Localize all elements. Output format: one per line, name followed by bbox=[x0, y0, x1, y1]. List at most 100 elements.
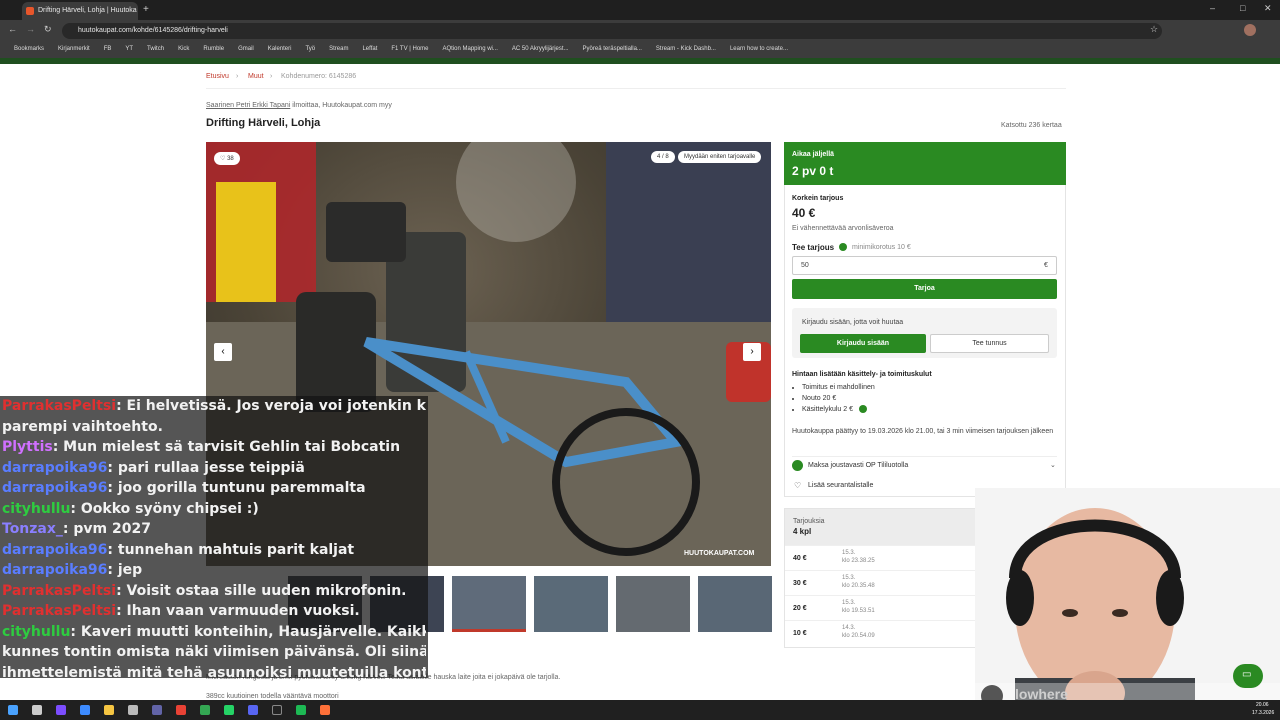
start-icon[interactable] bbox=[8, 705, 18, 715]
photo-counter: 4 / 8 bbox=[651, 151, 675, 163]
app-icon[interactable] bbox=[80, 705, 90, 715]
bookmark-item[interactable]: Kirjanmerkit bbox=[58, 46, 90, 52]
app-icon[interactable] bbox=[56, 705, 66, 715]
forward-icon[interactable]: → bbox=[26, 24, 35, 34]
chat-username[interactable]: Tonzax_ bbox=[2, 521, 63, 537]
description-line: 389cc kuutioinen todella vääntävä mootto… bbox=[206, 693, 339, 700]
bookmark-item[interactable]: AQtion Mapping wi... bbox=[443, 46, 498, 52]
bid-input-value: 50 bbox=[801, 262, 809, 269]
bookmark-item[interactable]: F1 TV | Home bbox=[391, 46, 428, 52]
app-icon[interactable] bbox=[128, 705, 138, 715]
fee-item: Toimitus ei mahdollinen bbox=[802, 382, 875, 393]
login-button[interactable]: Kirjaudu sisään bbox=[800, 334, 926, 353]
next-photo-icon[interactable]: › bbox=[743, 343, 761, 361]
bookmark-item[interactable]: Bookmarks bbox=[14, 46, 44, 52]
address-bar: ← → ↻ huutokaupat.com/kohde/6145286/drif… bbox=[0, 20, 1280, 42]
bookmark-item[interactable]: Rumble bbox=[203, 46, 224, 52]
chat-text: : Mun mielest sä tarvisit Gehlin tai Bob… bbox=[52, 439, 401, 455]
app-icon[interactable] bbox=[152, 705, 162, 715]
chat-username[interactable]: Plyttis bbox=[2, 439, 53, 455]
bid-button[interactable]: Tarjoa bbox=[792, 279, 1057, 299]
bid-date: 15.3. bbox=[842, 575, 856, 581]
chat-username[interactable]: darrapoika96 bbox=[2, 542, 107, 558]
chrome-icon[interactable] bbox=[200, 705, 210, 715]
chat-message: ParrakasPeltsi: Ei helvetissä. Jos veroj… bbox=[2, 396, 426, 417]
photo-badge: Myydään eniten tarjoavalle bbox=[678, 151, 762, 163]
chat-message: cityhullu: Kaveri muutti konteihin, Haus… bbox=[2, 622, 426, 643]
info-icon[interactable] bbox=[839, 243, 847, 251]
bookmark-item[interactable]: Learn how to create... bbox=[730, 46, 788, 52]
app-icon[interactable] bbox=[248, 705, 258, 715]
watermark: HUUTOKAUPAT.COM bbox=[684, 550, 755, 557]
chat-username[interactable]: ParrakasPeltsi bbox=[2, 603, 116, 619]
bookmark-item[interactable]: Stream bbox=[329, 46, 348, 52]
bookmark-item[interactable]: AC 50 Akryylijärjest... bbox=[512, 46, 569, 52]
chat-username[interactable]: ParrakasPeltsi bbox=[2, 398, 116, 414]
chat-message: Plyttis: Mun mielest sä tarvisit Gehlin … bbox=[2, 437, 426, 458]
like-button[interactable]: ♡ 38 bbox=[214, 152, 240, 165]
seller-link[interactable]: Saarinen Petri Erkki Tapani bbox=[206, 102, 290, 109]
url-input[interactable]: huutokaupat.com/kohde/6145286/drifting-h… bbox=[62, 23, 1162, 39]
thumbnail[interactable] bbox=[698, 576, 772, 632]
app-icon[interactable] bbox=[272, 705, 282, 715]
watchlist-link[interactable]: Lisää seurantalistalle bbox=[808, 482, 873, 489]
breadcrumb-category[interactable]: Muut bbox=[248, 73, 264, 80]
bookmark-item[interactable]: Kalenteri bbox=[268, 46, 292, 52]
bookmark-item[interactable]: Twitch bbox=[147, 46, 164, 52]
profile-avatar[interactable] bbox=[1244, 24, 1256, 36]
maximize-icon[interactable]: □ bbox=[1240, 3, 1245, 13]
bookmark-item[interactable]: FB bbox=[104, 46, 112, 52]
thumbnail[interactable] bbox=[534, 576, 608, 632]
thumbnail[interactable] bbox=[616, 576, 690, 632]
whatsapp-icon[interactable] bbox=[224, 705, 234, 715]
spotify-icon[interactable] bbox=[296, 705, 306, 715]
close-icon[interactable]: ✕ bbox=[1264, 3, 1272, 14]
register-button[interactable]: Tee tunnus bbox=[930, 334, 1049, 353]
chat-text: parempi vaihtoehto. bbox=[2, 418, 163, 435]
back-icon[interactable]: ← bbox=[8, 24, 17, 34]
chat-username[interactable]: cityhullu bbox=[2, 624, 70, 640]
chrome-icon[interactable] bbox=[176, 705, 186, 715]
browser-tab-bar: Drifting Härveli, Lohja | Huutoka + – □ … bbox=[0, 0, 1280, 20]
bookmarks-bar: Bookmarks Kirjanmerkit FB YT Twitch Kick Rumbl… bbox=[0, 42, 1280, 58]
chat-username[interactable]: cityhullu bbox=[2, 501, 70, 517]
bid-input[interactable]: 50 € bbox=[792, 256, 1057, 275]
bookmark-item[interactable]: Työ bbox=[305, 46, 315, 52]
chat-username[interactable]: darrapoika96 bbox=[2, 480, 107, 496]
bookmark-item[interactable]: YT bbox=[125, 46, 133, 52]
chat-username[interactable]: darrapoika96 bbox=[2, 562, 107, 578]
chat-username[interactable]: ParrakasPeltsi bbox=[2, 583, 116, 599]
breadcrumb-home[interactable]: Etusivu bbox=[206, 73, 229, 80]
clock-date: 17.3.2026 bbox=[1252, 710, 1275, 716]
op-payment-link[interactable]: Maksa joustavasti OP Tililuotolla bbox=[808, 462, 908, 469]
new-tab-icon[interactable]: + bbox=[143, 4, 149, 15]
chevron-down-icon[interactable]: ⌄ bbox=[1050, 461, 1056, 469]
bookmark-item[interactable]: Stream - Kick Dashb... bbox=[656, 46, 716, 52]
chat-message: kunnes tontin omista näki viimisen päivä… bbox=[2, 642, 426, 663]
reload-icon[interactable]: ↻ bbox=[44, 24, 52, 35]
prev-photo-icon[interactable]: ‹ bbox=[214, 343, 232, 361]
heart-icon: ♡ bbox=[794, 481, 802, 490]
thumbnail-selected[interactable] bbox=[452, 576, 526, 632]
highest-bid-label: Korkein tarjous bbox=[792, 195, 844, 202]
chat-support-button[interactable]: ▭ bbox=[1233, 664, 1263, 688]
browser-tab[interactable]: Drifting Härveli, Lohja | Huutoka bbox=[22, 2, 138, 20]
bookmark-item[interactable]: Pyöreä teräspeltialla... bbox=[583, 46, 642, 52]
bookmark-item[interactable]: Leffat bbox=[362, 46, 377, 52]
chat-username[interactable]: darrapoika96 bbox=[2, 460, 107, 476]
bookmark-star-icon[interactable]: ☆ bbox=[1150, 24, 1158, 35]
min-raise: minimikorotus 10 € bbox=[852, 244, 911, 251]
folder-icon[interactable] bbox=[104, 705, 114, 715]
firefox-icon[interactable] bbox=[320, 705, 330, 715]
minimize-icon[interactable]: – bbox=[1210, 3, 1215, 13]
chat-text: : Kaveri muutti konteihin, Hausjärvelle.… bbox=[70, 623, 426, 640]
chat-text: : pari rullaa jesse teippiä bbox=[107, 459, 305, 476]
info-icon[interactable] bbox=[859, 405, 867, 413]
bookmark-item[interactable]: Gmail bbox=[238, 46, 254, 52]
search-icon[interactable] bbox=[32, 705, 42, 715]
stream-chat-overlay: ParrakasPeltsi: Ei helvetissä. Jos veroj… bbox=[0, 396, 428, 681]
chat-text: : Ookko syöny chipsei :) bbox=[70, 500, 259, 517]
bookmark-item[interactable]: Kick bbox=[178, 46, 189, 52]
bid-time: klo 23.38.25 bbox=[842, 558, 875, 564]
chat-text: : jep bbox=[107, 562, 143, 578]
